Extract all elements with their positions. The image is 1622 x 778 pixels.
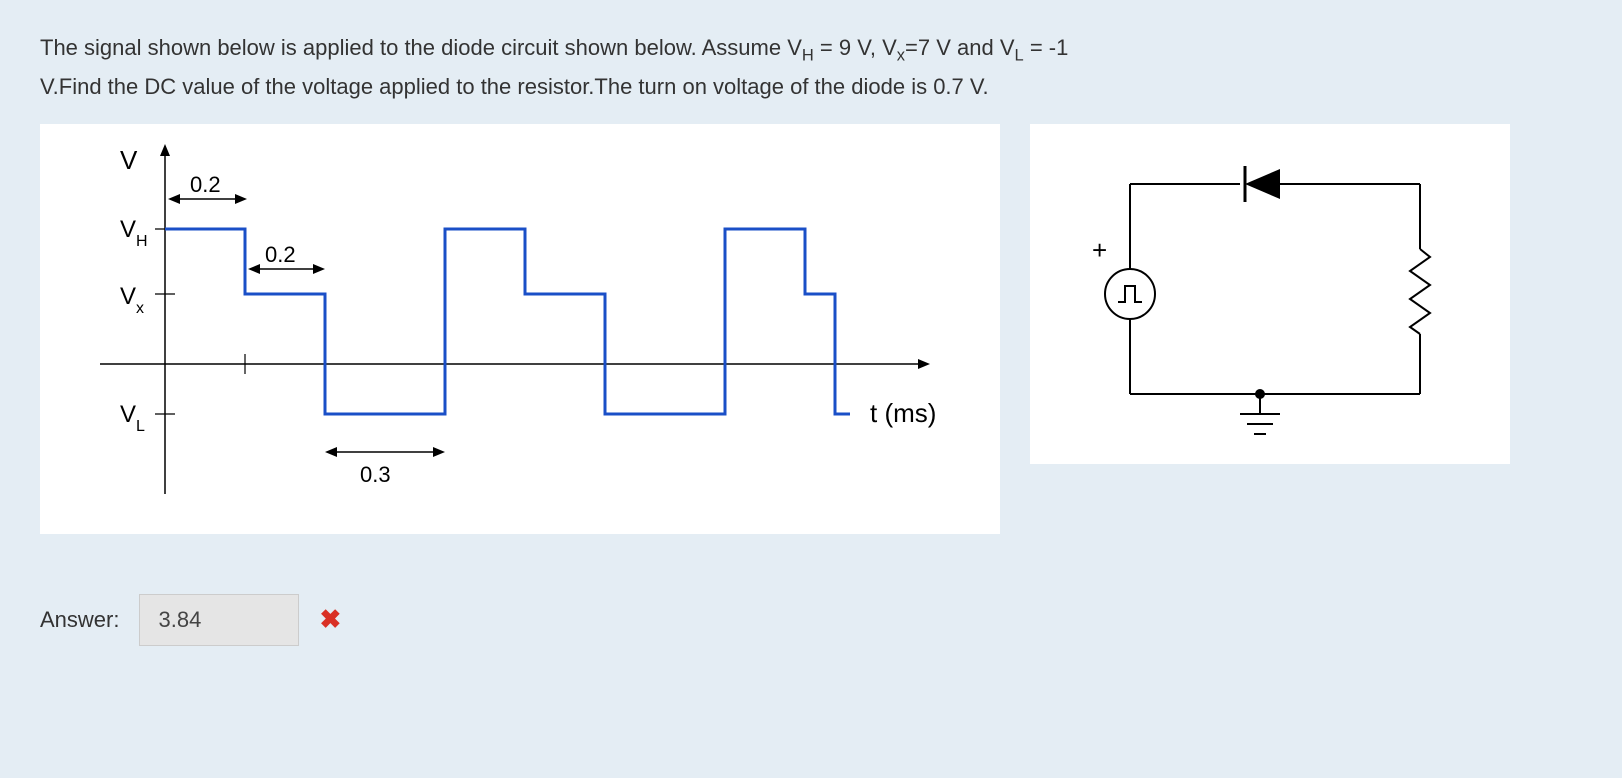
y-axis-label: V: [120, 145, 138, 175]
diode-icon: [1245, 166, 1280, 202]
q-vh-sub: H: [802, 46, 814, 64]
vx-label: V: [120, 283, 136, 310]
duration-arrow-3: 0.3: [325, 447, 445, 487]
circuit-diagram: +: [1030, 124, 1510, 464]
q-vl-sub: L: [1015, 46, 1024, 64]
svg-text:VL: VL: [120, 401, 145, 435]
svg-text:VH: VH: [120, 216, 148, 250]
duration-arrow-1: 0.2: [168, 172, 247, 204]
answer-input[interactable]: [139, 594, 299, 646]
q-eq2: =7 V and V: [905, 35, 1014, 60]
pulse-source-icon: [1105, 269, 1155, 319]
vl-label: V: [120, 401, 136, 428]
q-line1-a: The signal shown below is applied to the…: [40, 35, 802, 60]
q-eq3: = -1: [1024, 35, 1069, 60]
svg-text:0.3: 0.3: [360, 462, 391, 487]
vx-label-sub: x: [136, 299, 144, 316]
answer-label: Answer:: [40, 607, 119, 633]
waveform-diagram: V VH Vx VL: [40, 124, 1000, 534]
vh-label-sub: H: [136, 232, 148, 249]
answer-row: Answer: ✖: [40, 594, 1582, 646]
incorrect-icon: ✖: [319, 604, 341, 635]
q-vx-sub: x: [897, 46, 905, 64]
svg-text:Vx: Vx: [120, 283, 144, 317]
resistor-icon: [1410, 249, 1430, 334]
figures-container: V VH Vx VL: [40, 124, 1582, 534]
plus-label: +: [1092, 235, 1107, 265]
svg-text:0.2: 0.2: [190, 172, 221, 197]
ground-icon: [1240, 389, 1280, 434]
svg-text:0.2: 0.2: [265, 242, 296, 267]
question-text: The signal shown below is applied to the…: [40, 30, 1582, 104]
x-axis-label: t (ms): [870, 398, 936, 428]
vl-label-sub: L: [136, 417, 145, 434]
duration-arrow-2: 0.2: [248, 242, 325, 274]
q-eq1: = 9 V, V: [814, 35, 897, 60]
vh-label: V: [120, 216, 136, 243]
q-line2: V.Find the DC value of the voltage appli…: [40, 74, 989, 99]
